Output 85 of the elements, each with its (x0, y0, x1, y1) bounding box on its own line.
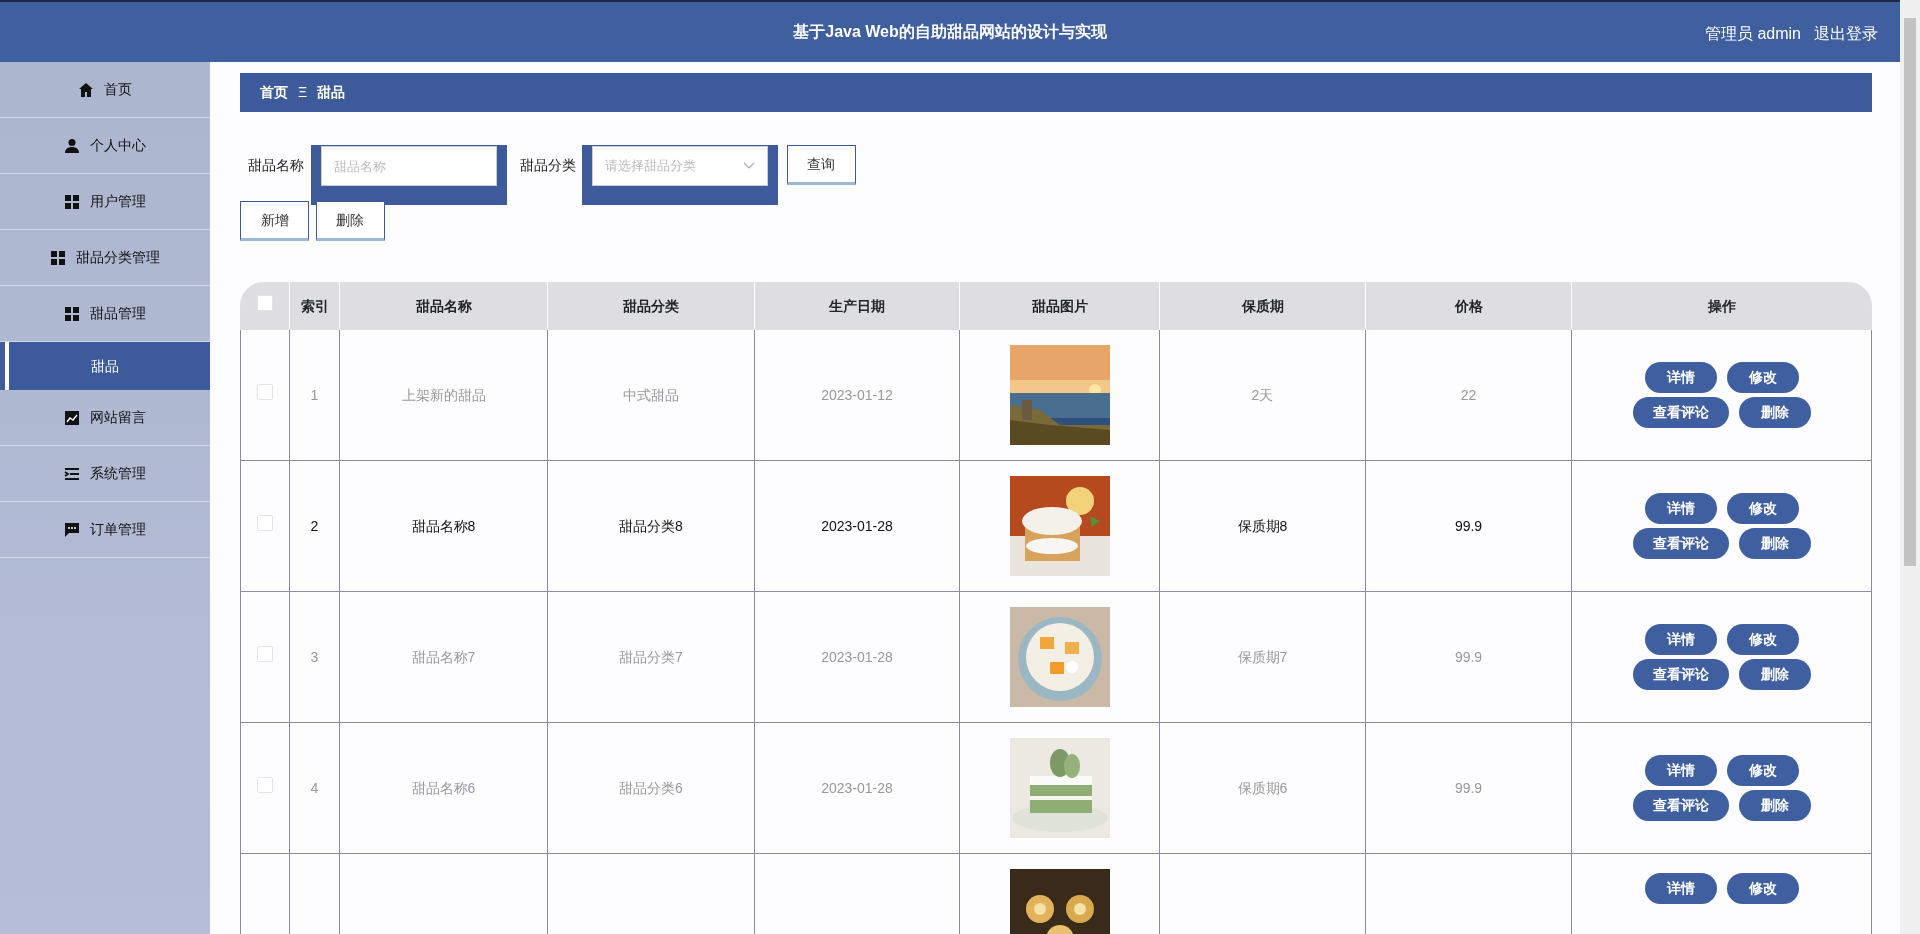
edit-button[interactable]: 修改 (1726, 624, 1799, 655)
grid-icon (64, 193, 80, 210)
chart-icon (64, 409, 80, 426)
row-checkbox[interactable] (257, 515, 273, 531)
sidebar-item[interactable]: 订单管理 (0, 502, 210, 558)
admin-label: 管理员 admin (1704, 24, 1801, 44)
details-button[interactable]: 详情 (1644, 362, 1717, 393)
breadcrumb-separator: Ξ (298, 83, 308, 102)
table-cell: 甜品分类8 (619, 517, 683, 534)
table-cell: 2天 (1251, 386, 1274, 403)
breadcrumb-item[interactable]: 甜品 (317, 82, 346, 103)
table-cell: 甜品名称8 (411, 517, 476, 534)
table-cell: 2023-01-28 (821, 517, 893, 534)
row-checkbox[interactable] (257, 777, 273, 793)
table-cell: 1 (310, 386, 319, 403)
delete-button[interactable]: 删除 (1738, 659, 1811, 690)
sidebar-item[interactable]: 网站留言 (0, 390, 210, 446)
edit-button[interactable]: 修改 (1726, 493, 1799, 524)
table-cell: 2023-01-12 (821, 386, 893, 403)
select-all-checkbox[interactable] (256, 295, 273, 311)
query-button[interactable]: 查询 (786, 145, 856, 185)
add-button[interactable]: 新增 (240, 201, 309, 241)
table-cell: 22 (1460, 386, 1477, 403)
table-cell: 甜品名称6 (411, 779, 476, 796)
table-cell: 2023-01-28 (821, 779, 893, 796)
grid-icon (64, 305, 80, 322)
details-button[interactable]: 详情 (1644, 493, 1717, 524)
table-cell: 2023-01-28 (821, 648, 893, 665)
breadcrumb-item[interactable]: 首页 (260, 82, 288, 103)
table-cell: 甜品名称7 (411, 648, 476, 665)
table-cell: 99.9 (1454, 648, 1483, 665)
home-icon (78, 81, 94, 98)
column-header: 索引 (300, 297, 329, 314)
chevron-down-icon (743, 162, 755, 170)
delete-button[interactable]: 删除 (315, 201, 385, 241)
chat-icon (64, 521, 80, 538)
sidebar-subitem[interactable]: 甜品 (0, 342, 210, 390)
column-header: 价格 (1454, 297, 1483, 314)
table-cell: 2 (310, 517, 319, 534)
table-cell: 99.9 (1454, 779, 1483, 796)
details-button[interactable]: 详情 (1644, 624, 1717, 655)
delete-button[interactable]: 删除 (1738, 397, 1811, 428)
scrollbar[interactable] (1900, 0, 1920, 934)
table-cell: 甜品分类7 (619, 648, 683, 665)
table-cell: 保质期7 (1237, 648, 1288, 665)
table-cell: 保质期6 (1237, 779, 1288, 796)
delete-button[interactable]: 删除 (1738, 528, 1811, 559)
grid-icon (50, 249, 66, 266)
sidebar-item[interactable]: 个人中心 (0, 118, 210, 174)
row-checkbox[interactable] (257, 646, 273, 662)
table-cell: 3 (310, 648, 319, 665)
sidebar-item[interactable]: 首页 (0, 62, 210, 118)
details-button[interactable]: 详情 (1644, 755, 1717, 786)
view-comments-button[interactable]: 查看评论 (1632, 397, 1729, 428)
column-header: 甜品图片 (1031, 297, 1088, 314)
field-label: 甜品分类 (519, 156, 576, 175)
table-cell: 保质期8 (1237, 517, 1288, 534)
column-header: 操作 (1708, 297, 1736, 314)
delete-button[interactable]: 删除 (1738, 790, 1811, 821)
edit-button[interactable]: 修改 (1726, 755, 1799, 786)
list-icon (64, 465, 80, 482)
details-button[interactable]: 详情 (1644, 873, 1717, 904)
column-header: 甜品分类 (623, 297, 679, 314)
site-title: 基于Java Web的自助甜品网站的设计与实现 (793, 22, 1107, 42)
column-header: 生产日期 (829, 297, 885, 314)
name-search-field[interactable]: 甜品名称 (310, 145, 507, 205)
column-header: 保质期 (1241, 297, 1284, 314)
edit-button[interactable]: 修改 (1726, 362, 1799, 393)
field-label: 甜品名称 (248, 156, 304, 175)
table-cell: 99.9 (1454, 517, 1483, 534)
view-comments-button[interactable]: 查看评论 (1632, 659, 1729, 690)
table-cell: 中式甜品 (623, 386, 679, 403)
table-cell: 4 (310, 779, 319, 796)
table-cell: 上架新的甜品 (401, 386, 486, 403)
sidebar-item[interactable]: 用户管理 (0, 174, 210, 230)
edit-button[interactable]: 修改 (1726, 873, 1799, 904)
row-checkbox[interactable] (257, 384, 273, 400)
view-comments-button[interactable]: 查看评论 (1632, 528, 1729, 559)
sidebar-item[interactable]: 系统管理 (0, 446, 210, 502)
logout-link[interactable]: 退出登录 (1814, 22, 1878, 46)
view-comments-button[interactable]: 查看评论 (1632, 790, 1729, 821)
person-icon (64, 137, 80, 154)
column-header: 甜品名称 (415, 297, 472, 314)
table-cell: 甜品分类6 (619, 779, 683, 796)
sidebar-item[interactable]: 甜品分类管理 (0, 230, 210, 286)
